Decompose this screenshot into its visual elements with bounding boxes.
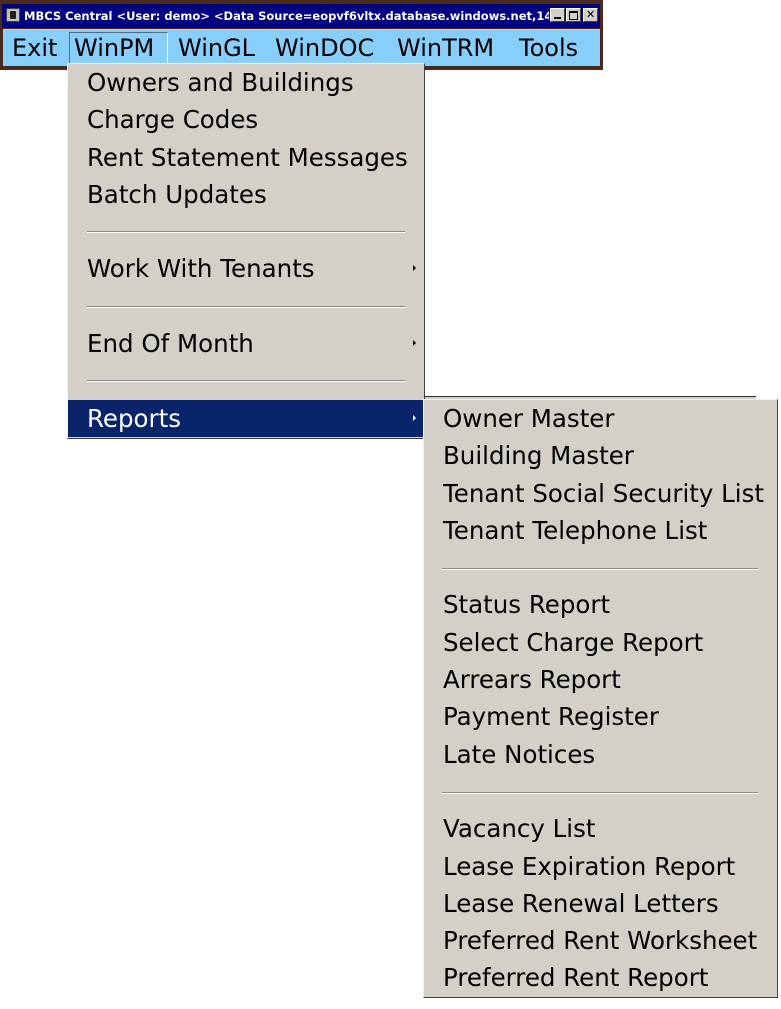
menu-item-arrears-report[interactable]: Arrears Report [424,661,777,698]
menu-item-rent-statement-messages[interactable]: Rent Statement Messages [68,139,424,176]
submenu-arrow-icon [413,265,416,271]
menu-item-batch-updates[interactable]: Batch Updates [68,176,424,213]
menu-item-lease-expiration-report[interactable]: Lease Expiration Report [424,848,777,885]
menu-separator [442,568,758,570]
menu-bar: Exit WinPM WinGL WinDOC WinTRM Tools [3,29,600,66]
app-icon[interactable] [6,8,20,22]
menu-item-reports[interactable]: Reports [68,400,424,437]
window-title: MBCS Central <User: demo> <Data Source=e… [24,9,549,23]
menu-item-building-master[interactable]: Building Master [424,437,777,474]
menu-wintrm[interactable]: WinTRM [393,32,498,64]
menu-item-owners-and-buildings[interactable]: Owners and Buildings [68,64,424,101]
menu-item-label: Work With Tenants [87,254,315,283]
menu-item-charge-codes[interactable]: Charge Codes [68,101,424,138]
menu-separator [442,792,758,794]
menu-wingl[interactable]: WinGL [174,32,259,64]
reports-submenu: Owner Master Building Master Tenant Soci… [423,399,778,998]
menu-item-late-notices[interactable]: Late Notices [424,736,777,773]
minimize-button[interactable] [550,8,565,22]
menu-item-tenant-social-security-list[interactable]: Tenant Social Security List [424,475,777,512]
menu-item-label: End Of Month [87,329,254,358]
menu-separator [87,380,405,382]
menu-item-lease-renewal-letters[interactable]: Lease Renewal Letters [424,885,777,922]
submenu-arrow-icon [413,340,416,346]
close-button[interactable] [583,8,598,22]
winpm-dropdown-menu: Owners and Buildings Charge Codes Rent S… [67,63,425,439]
menu-item-preferred-rent-report[interactable]: Preferred Rent Report [424,959,777,996]
menu-winpm[interactable]: WinPM [69,32,168,64]
menu-item-vacancy-list[interactable]: Vacancy List [424,810,777,847]
app-window: MBCS Central <User: demo> <Data Source=e… [0,0,603,70]
menu-item-owner-master[interactable]: Owner Master [424,400,777,437]
title-bar[interactable]: MBCS Central <User: demo> <Data Source=e… [2,4,600,28]
menu-separator [87,306,405,308]
menu-item-end-of-month[interactable]: End Of Month [68,325,424,362]
menu-item-tenant-telephone-list[interactable]: Tenant Telephone List [424,512,777,549]
menu-exit[interactable]: Exit [8,32,61,64]
submenu-arrow-icon [413,415,416,421]
menu-separator [87,231,405,233]
menu-windoc[interactable]: WinDOC [271,32,378,64]
menu-item-select-charge-report[interactable]: Select Charge Report [424,624,777,661]
maximize-button[interactable] [566,8,581,22]
menu-item-status-report[interactable]: Status Report [424,586,777,623]
menu-item-preferred-rent-worksheet[interactable]: Preferred Rent Worksheet [424,922,777,959]
menu-item-label: Reports [87,404,181,433]
menu-item-payment-register[interactable]: Payment Register [424,698,777,735]
menu-item-work-with-tenants[interactable]: Work With Tenants [68,250,424,287]
menu-tools[interactable]: Tools [515,32,582,64]
